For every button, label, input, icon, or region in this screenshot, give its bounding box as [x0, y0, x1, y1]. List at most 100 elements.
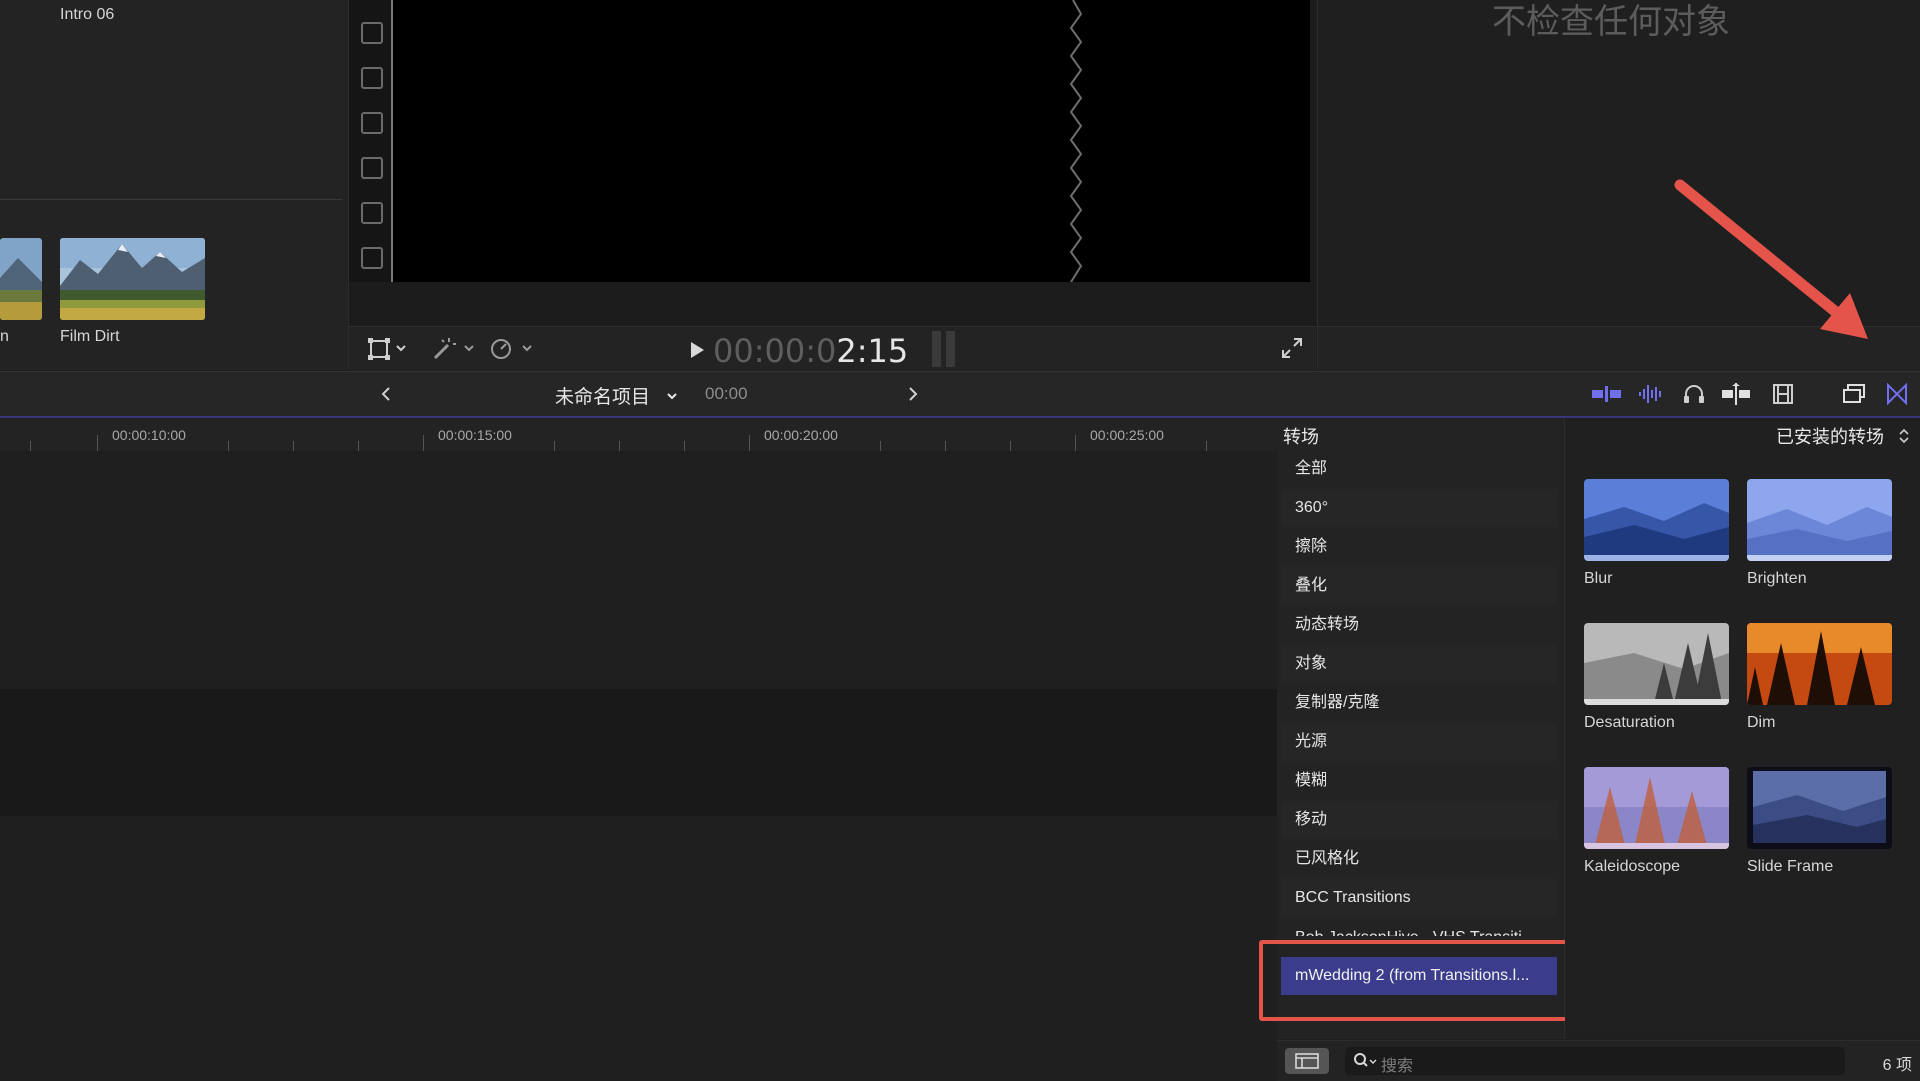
transition-thumbnail-dim[interactable] — [1747, 623, 1892, 705]
frame-marker — [361, 202, 383, 224]
browser-divider — [0, 199, 342, 200]
ruler-tick — [293, 441, 294, 451]
category-item[interactable]: 模糊 — [1281, 762, 1557, 800]
project-duration: 00:00 — [705, 384, 748, 403]
category-item[interactable]: 复制器/克隆 — [1281, 684, 1557, 722]
clip-thumbnail[interactable] — [0, 238, 42, 320]
magic-wand-icon[interactable] — [431, 336, 457, 367]
headphones-icon[interactable] — [1683, 383, 1705, 410]
audio-waveform-icon[interactable] — [1638, 382, 1664, 411]
frame-marker — [361, 22, 383, 44]
chevron-down-icon[interactable] — [666, 389, 678, 407]
frame-marker — [361, 67, 383, 89]
transition-name: Desaturation — [1584, 714, 1675, 731]
fullscreen-icon[interactable] — [1281, 337, 1303, 364]
clip-appearance-icon[interactable] — [1592, 384, 1622, 409]
ruler-tick — [554, 441, 555, 451]
transition-name: Dim — [1747, 714, 1776, 731]
installed-transitions-label[interactable]: 已安装的转场 — [1776, 423, 1884, 449]
transition-thumbnail-brighten[interactable] — [1747, 479, 1892, 561]
viewer: 00:00:02:15 — [349, 0, 1316, 371]
ruler-label: 00:00:10:00 — [112, 427, 186, 443]
video-canvas[interactable] — [393, 0, 1310, 282]
clip-thumbnail-film-dirt[interactable] — [60, 238, 205, 320]
category-item[interactable]: 动态转场 — [1281, 606, 1557, 644]
category-item[interactable]: 叠化 — [1281, 567, 1557, 605]
filmstrip-icon[interactable] — [1772, 383, 1794, 410]
frame-marker — [361, 112, 383, 134]
filmstrip-margin — [349, 0, 393, 282]
search-icon — [1353, 1052, 1377, 1075]
category-item[interactable]: Bob JacksonHive - VHS Transiti... — [1281, 918, 1557, 936]
transitions-grid: 已安装的转场 Blur Brighten Desaturation Dim Ka… — [1565, 419, 1920, 1039]
highlight-annotation-box — [1259, 940, 1605, 1021]
transitions-browser-icon[interactable] — [1886, 382, 1908, 410]
ruler-tick — [945, 441, 946, 451]
ruler-label: 00:00:25:00 — [1090, 427, 1164, 443]
category-item[interactable]: 擦除 — [1281, 528, 1557, 566]
timeline-area[interactable] — [0, 451, 1277, 1080]
ruler-tick — [1075, 435, 1076, 451]
sidebar-toggle-icon[interactable] — [1285, 1048, 1329, 1079]
item-count: 6 项 — [1882, 1057, 1912, 1074]
transition-name: Blur — [1584, 570, 1613, 587]
transition-name: Kaleidoscope — [1584, 858, 1681, 875]
chevron-down-icon[interactable] — [521, 341, 533, 359]
category-item[interactable]: 对象 — [1281, 645, 1557, 683]
snapping-icon[interactable] — [1722, 383, 1750, 410]
chevron-down-icon[interactable] — [463, 341, 475, 359]
annotation-arrow — [1670, 175, 1880, 355]
ruler-tick — [30, 441, 31, 451]
ruler-tick — [1206, 441, 1207, 451]
timeline-ruler[interactable]: 00:00:10:00 00:00:15:00 00:00:20:00 00:0… — [0, 419, 1277, 452]
transitions-header: 转场 — [1283, 427, 1319, 447]
transitions-bottom-bar: 搜索 6 项 — [1277, 1040, 1920, 1081]
timecode-display: 00:00:02:15 — [713, 332, 909, 370]
ruler-tick — [749, 435, 750, 451]
event-browser: Intro 06 n Film Dirt — [0, 0, 349, 370]
category-item[interactable]: 移动 — [1281, 801, 1557, 839]
frame-marker — [361, 247, 383, 269]
category-item[interactable]: 全部 — [1281, 450, 1557, 488]
primary-storyline-band — [0, 689, 1277, 816]
chevron-left-icon[interactable] — [380, 386, 392, 407]
transition-name: Brighten — [1747, 570, 1807, 587]
viewer-controls: 00:00:02:15 — [349, 326, 1316, 371]
transition-thumbnail-slide-frame[interactable] — [1747, 767, 1892, 849]
effects-browser-icon[interactable] — [1842, 383, 1866, 410]
updown-chevron-icon[interactable] — [1898, 427, 1910, 450]
frame-marker — [361, 157, 383, 179]
clip-label-film-dirt: Film Dirt — [60, 328, 120, 345]
chevron-down-icon[interactable] — [395, 341, 407, 359]
ruler-tick — [97, 435, 98, 451]
play-icon[interactable] — [689, 341, 705, 364]
ruler-tick — [619, 441, 620, 451]
ruler-tick — [880, 441, 881, 451]
search-placeholder: 搜索 — [1381, 1058, 1414, 1075]
ruler-tick — [228, 441, 229, 451]
ruler-tick — [1010, 441, 1011, 451]
category-item[interactable]: BCC Transitions — [1281, 879, 1557, 917]
clip-label: n — [0, 328, 9, 345]
clip-label-intro-06: Intro 06 — [60, 6, 115, 23]
inspector-empty-text: 不检查任何对象 — [1492, 3, 1730, 41]
audio-meter-icon — [932, 331, 956, 372]
transform-icon[interactable] — [367, 337, 391, 366]
ruler-tick — [423, 435, 424, 451]
project-name[interactable]: 未命名项目 — [555, 382, 650, 409]
timeline-toolbar: 未命名项目 00:00 — [0, 371, 1920, 418]
transition-thumbnail-kaleidoscope[interactable] — [1584, 767, 1729, 849]
chevron-right-icon[interactable] — [907, 386, 919, 407]
search-field[interactable]: 搜索 — [1345, 1047, 1845, 1075]
ruler-label: 00:00:20:00 — [764, 427, 838, 443]
speed-gauge-icon[interactable] — [489, 337, 513, 366]
category-item[interactable]: 光源 — [1281, 723, 1557, 761]
transition-thumbnail-blur[interactable] — [1584, 479, 1729, 561]
category-item[interactable]: 已风格化 — [1281, 840, 1557, 878]
category-item[interactable]: 360° — [1281, 489, 1557, 527]
transition-name: Slide Frame — [1747, 858, 1834, 875]
ruler-label: 00:00:15:00 — [438, 427, 512, 443]
ruler-tick — [684, 441, 685, 451]
transition-thumbnail-desaturation[interactable] — [1584, 623, 1729, 705]
ruler-tick — [358, 441, 359, 451]
